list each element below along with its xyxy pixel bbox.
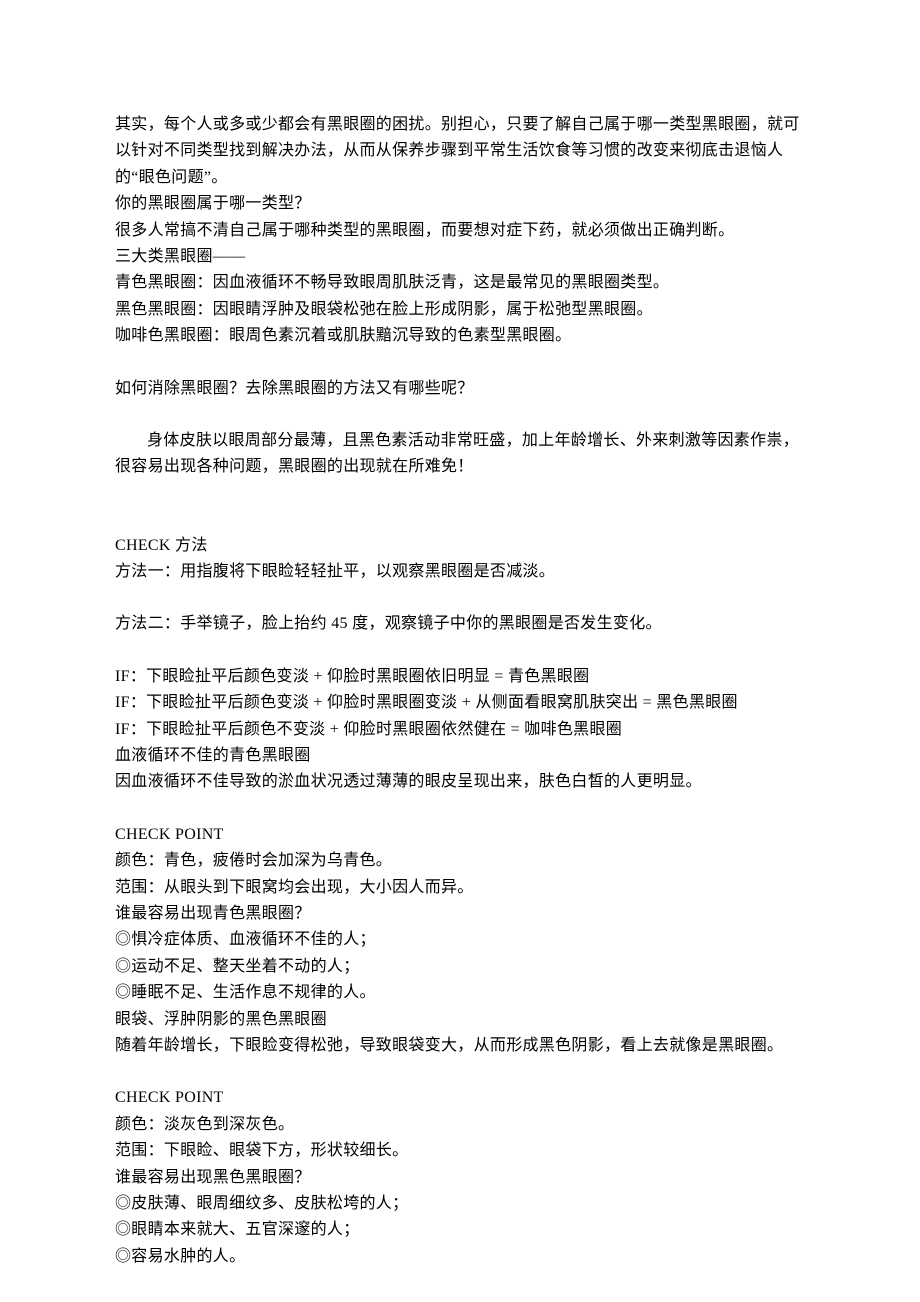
blue-who-3: ◎睡眠不足、生活作息不规律的人。	[115, 980, 805, 1006]
black-who-question: 谁最容易出现黑色黑眼圈？	[115, 1165, 805, 1191]
black-color: 颜色：淡灰色到深灰色。	[115, 1112, 805, 1138]
black-range: 范围：下眼睑、眼袋下方，形状较细长。	[115, 1138, 805, 1164]
black-who-2: ◎眼睛本来就大、五官深邃的人；	[115, 1217, 805, 1243]
question-remove: 如何消除黑眼圈？去除黑眼圈的方法又有哪些呢？	[115, 376, 805, 402]
black-section-header: 眼袋、浮肿阴影的黑色黑眼圈	[115, 1007, 805, 1033]
black-description: 随着年龄增长，下眼睑变得松弛，导致眼袋变大，从而形成黑色阴影，看上去就像是黑眼圈…	[115, 1033, 805, 1059]
blue-who-question: 谁最容易出现青色黑眼圈？	[115, 901, 805, 927]
method-2: 方法二：手举镜子，脸上抬约 45 度，观察镜子中你的黑眼圈是否发生变化。	[115, 611, 805, 637]
blue-range: 范围：从眼头到下眼窝均会出现，大小因人而异。	[115, 875, 805, 901]
method-1: 方法一：用指腹将下眼睑轻轻扯平，以观察黑眼圈是否减淡。	[115, 559, 805, 585]
if-blue: IF：下眼睑扯平后颜色变淡 + 仰脸时黑眼圈依旧明显 = 青色黑眼圈	[115, 664, 805, 690]
blue-color: 颜色：青色，疲倦时会加深为乌青色。	[115, 848, 805, 874]
check-point-2: CHECK POINT	[115, 1085, 805, 1111]
body-thin-paragraph: 身体皮肤以眼周部分最薄，且黑色素活动非常旺盛，加上年龄增长、外来刺激等因素作祟，…	[115, 428, 805, 481]
check-point-1: CHECK POINT	[115, 822, 805, 848]
black-who-3: ◎容易水肿的人。	[115, 1244, 805, 1270]
type-black: 黑色黑眼圈：因眼睛浮肿及眼袋松弛在脸上形成阴影，属于松弛型黑眼圈。	[115, 297, 805, 323]
type-blue: 青色黑眼圈：因血液循环不畅导致眼周肌肤泛青，这是最常见的黑眼圈类型。	[115, 270, 805, 296]
blue-section-header: 血液循环不佳的青色黑眼圈	[115, 743, 805, 769]
if-coffee: IF：下眼睑扯平后颜色不变淡 + 仰脸时黑眼圈依然健在 = 咖啡色黑眼圈	[115, 717, 805, 743]
question-type: 你的黑眼圈属于哪一类型？	[115, 191, 805, 217]
type-coffee: 咖啡色黑眼圈：眼周色素沉着或肌肤黯沉导致的色素型黑眼圈。	[115, 323, 805, 349]
black-who-1: ◎皮肤薄、眼周细纹多、皮肤松垮的人；	[115, 1191, 805, 1217]
intro-paragraph: 其实，每个人或多或少都会有黑眼圈的困扰。别担心，只要了解自己属于哪一类型黑眼圈，…	[115, 112, 805, 191]
blue-who-2: ◎运动不足、整天坐着不动的人；	[115, 954, 805, 980]
check-method-header: CHECK 方法	[115, 533, 805, 559]
intro-judgment: 很多人常搞不清自己属于哪种类型的黑眼圈，而要想对症下药，就必须做出正确判断。	[115, 218, 805, 244]
blue-who-1: ◎惧冷症体质、血液循环不佳的人；	[115, 927, 805, 953]
if-black: IF：下眼睑扯平后颜色变淡 + 仰脸时黑眼圈变淡 + 从侧面看眼窝肌肤突出 = …	[115, 690, 805, 716]
blue-description: 因血液循环不佳导致的淤血状况透过薄薄的眼皮呈现出来，肤色白皙的人更明显。	[115, 769, 805, 795]
types-header: 三大类黑眼圈——	[115, 244, 805, 270]
